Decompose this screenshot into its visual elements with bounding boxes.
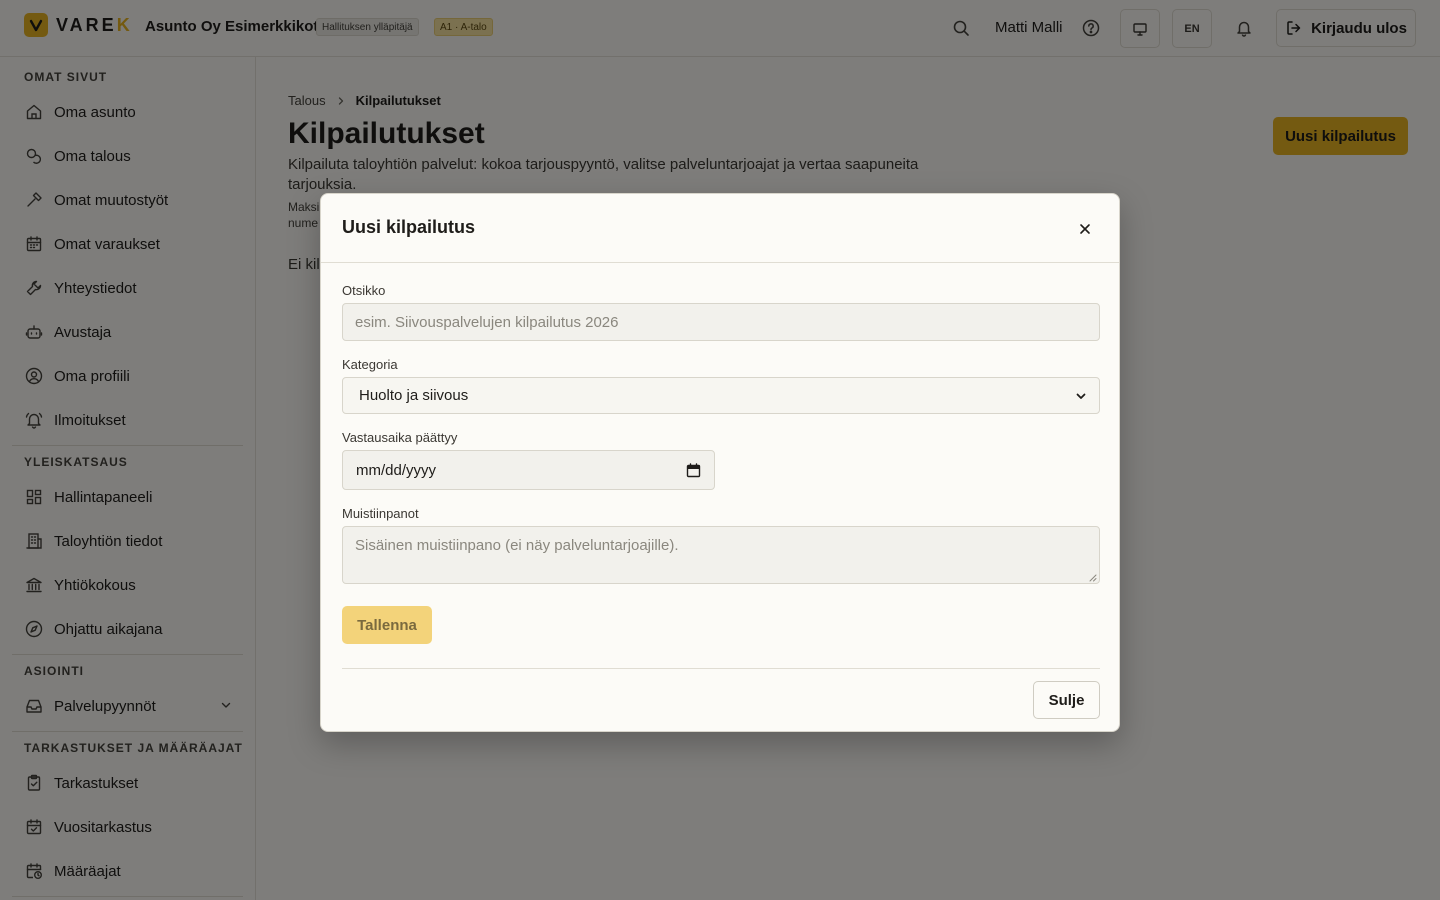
title-field-label: Otsikko	[342, 283, 386, 298]
deadline-date-value: mm/dd/yyyy	[356, 461, 437, 479]
save-button[interactable]: Tallenna	[342, 606, 432, 644]
chevron-down-icon	[1076, 393, 1086, 399]
category-select[interactable]: Huolto ja siivous	[342, 377, 1100, 414]
notes-textarea[interactable]	[342, 526, 1100, 584]
resize-handle-icon[interactable]	[1087, 572, 1097, 582]
close-button[interactable]: Sulje	[1033, 681, 1100, 719]
dialog-divider	[321, 262, 1119, 263]
close-icon[interactable]	[1074, 218, 1096, 240]
dialog-title: Uusi kilpailutus	[342, 217, 476, 237]
calendar-picker-icon[interactable]	[686, 462, 701, 478]
notes-field-label: Muistiinpanot	[342, 506, 419, 521]
category-field-label: Kategoria	[342, 357, 398, 372]
title-input[interactable]	[342, 303, 1100, 341]
deadline-date-input[interactable]: mm/dd/yyyy	[342, 450, 715, 490]
new-tender-dialog: Uusi kilpailutus Otsikko Kategoria Huolt…	[320, 193, 1120, 732]
category-select-value: Huolto ja siivous	[359, 387, 469, 404]
deadline-field-label: Vastausaika päättyy	[342, 430, 458, 445]
dialog-footer-divider	[342, 668, 1100, 669]
